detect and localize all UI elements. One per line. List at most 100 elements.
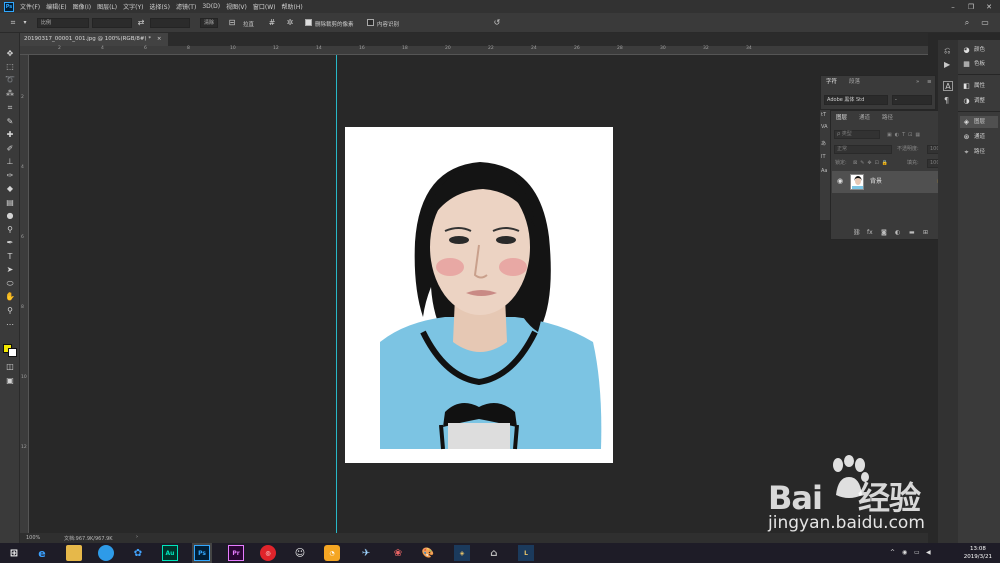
reset-icon[interactable]: ↺ bbox=[492, 18, 502, 28]
menu-view[interactable]: 视图(V) bbox=[226, 2, 247, 11]
new-group-icon[interactable]: ▬ bbox=[909, 229, 915, 236]
premiere-icon[interactable]: Pr bbox=[228, 545, 244, 561]
eyedropper-tool-icon[interactable]: ✎ bbox=[4, 117, 16, 127]
dock-properties[interactable]: ◧ 属性 bbox=[962, 80, 985, 92]
magic-wand-tool-icon[interactable]: ⁂ bbox=[4, 89, 16, 99]
swap-icon[interactable]: ⇄ bbox=[136, 18, 146, 28]
close-icon[interactable]: ✕ bbox=[980, 0, 998, 13]
dock-swatches[interactable]: ▦ 色板 bbox=[962, 58, 985, 70]
move-tool-icon[interactable]: ✥ bbox=[4, 49, 16, 59]
screen-mode-icon[interactable]: ▣ bbox=[4, 376, 16, 386]
width-input[interactable] bbox=[92, 18, 132, 28]
menu-window[interactable]: 窗口(W) bbox=[253, 2, 276, 11]
tray-volume-icon[interactable]: ◀ bbox=[926, 549, 931, 556]
game-app-icon[interactable]: ❀ bbox=[390, 545, 406, 561]
shape-tool-icon[interactable]: ⬭ bbox=[4, 279, 16, 289]
lasso-tool-icon[interactable]: ➰ bbox=[4, 75, 16, 85]
cloud-app-icon[interactable]: ✿ bbox=[130, 545, 146, 561]
filter-icons[interactable]: ▣◐T⊡▦ bbox=[887, 130, 923, 140]
vertical-guide[interactable] bbox=[336, 55, 337, 533]
fx-icon[interactable]: fx bbox=[867, 229, 873, 236]
file-explorer-icon[interactable] bbox=[66, 545, 82, 561]
blend-mode-select[interactable]: 正常 bbox=[834, 145, 892, 154]
dock-layers[interactable]: ◈ 图层 bbox=[960, 116, 998, 128]
stamp-tool-icon[interactable]: ⊥ bbox=[4, 157, 16, 167]
hat-app-icon[interactable]: ⌂ bbox=[486, 545, 502, 561]
layer-name[interactable]: 背景 bbox=[870, 176, 882, 185]
pen-tool-icon[interactable]: ✒ bbox=[4, 238, 16, 248]
history-brush-icon[interactable]: ✑ bbox=[4, 171, 16, 181]
more-tools-icon[interactable]: ⋯ bbox=[4, 320, 16, 330]
crop-tool-icon[interactable]: ⌗ bbox=[4, 103, 16, 113]
brush-tool-icon[interactable]: ✐ bbox=[4, 144, 16, 154]
menu-file[interactable]: 文件(F) bbox=[20, 2, 40, 11]
tray-app-icon[interactable]: ◉ bbox=[902, 549, 907, 556]
layer-row-background[interactable]: ◉ 背景 🔒 bbox=[832, 171, 952, 193]
maximize-icon[interactable]: ❐ bbox=[962, 0, 980, 13]
tool-app-icon[interactable]: ✈ bbox=[358, 545, 374, 561]
launcher-app-icon[interactable]: L bbox=[518, 545, 534, 561]
panel-menu-icon[interactable]: ≡ bbox=[927, 76, 932, 89]
gear-icon[interactable]: ✲ bbox=[285, 18, 295, 28]
zoom-level[interactable]: 100% bbox=[26, 535, 40, 541]
dock-adjustments[interactable]: ◑ 调整 bbox=[962, 95, 985, 107]
dock-color[interactable]: ◕ 颜色 bbox=[962, 44, 985, 56]
search-icon[interactable]: ⌕ bbox=[962, 18, 972, 28]
tab-channels[interactable]: 通道 bbox=[859, 113, 870, 123]
panel-collapse-icon[interactable]: » bbox=[916, 76, 919, 89]
dodge-tool-icon[interactable]: ⚲ bbox=[4, 225, 16, 235]
music-app-icon[interactable]: ◎ bbox=[260, 545, 276, 561]
lock-icons[interactable]: ⊠✎✥⊡🔒 bbox=[853, 158, 891, 168]
league-app-icon[interactable]: ◈ bbox=[454, 545, 470, 561]
delete-cropped-checkbox[interactable] bbox=[305, 19, 312, 26]
add-mask-icon[interactable]: ◙ bbox=[881, 229, 887, 236]
windows-start-icon[interactable]: ⊞ bbox=[6, 545, 22, 561]
visibility-eye-icon[interactable]: ◉ bbox=[837, 177, 843, 185]
marquee-tool-icon[interactable]: ⬚ bbox=[4, 62, 16, 72]
menu-3d[interactable]: 3D(D) bbox=[202, 3, 220, 10]
overlay-grid-icon[interactable]: # bbox=[267, 18, 277, 28]
tray-expand-icon[interactable]: ^ bbox=[890, 549, 895, 556]
menu-edit[interactable]: 编辑(E) bbox=[46, 2, 66, 11]
font-style-select[interactable]: - bbox=[892, 95, 932, 105]
tab-layers[interactable]: 图层 bbox=[836, 113, 847, 123]
tab-paragraph[interactable]: 段落 bbox=[849, 76, 860, 89]
gradient-tool-icon[interactable]: ▤ bbox=[4, 198, 16, 208]
paragraph-panel-icon[interactable]: ¶ bbox=[944, 96, 949, 105]
healing-tool-icon[interactable]: ✚ bbox=[4, 130, 16, 140]
browser-icon[interactable] bbox=[98, 545, 114, 561]
paint-app-icon[interactable]: 🎨 bbox=[420, 545, 436, 561]
chat-app-icon[interactable]: ☺ bbox=[292, 545, 308, 561]
document-tab[interactable]: 20190317_00001_001.jpg @ 100%(RGB/8#) * … bbox=[20, 33, 168, 46]
background-color-swatch[interactable] bbox=[8, 348, 17, 357]
ratio-select[interactable]: 比例 bbox=[37, 18, 89, 28]
zoom-tool-icon[interactable]: ⚲ bbox=[4, 306, 16, 316]
straighten-label[interactable]: 拉直 bbox=[243, 20, 254, 28]
quick-mask-icon[interactable]: ◫ bbox=[4, 362, 16, 372]
font-family-select[interactable]: Adobe 黑体 Std bbox=[824, 95, 888, 105]
menu-layer[interactable]: 图层(L) bbox=[97, 2, 117, 11]
audition-icon[interactable]: Au bbox=[162, 545, 178, 561]
document-image[interactable] bbox=[345, 127, 613, 463]
menu-filter[interactable]: 滤镜(T) bbox=[176, 2, 196, 11]
browser-uc-icon[interactable]: ◔ bbox=[324, 545, 340, 561]
type-tool-icon[interactable]: T bbox=[4, 252, 16, 262]
dock-channels[interactable]: ⊛ 通道 bbox=[962, 131, 985, 143]
crop-tool-icon[interactable]: ⌗ bbox=[8, 18, 18, 28]
menu-type[interactable]: 文字(Y) bbox=[123, 2, 143, 11]
menu-image[interactable]: 图像(I) bbox=[73, 2, 91, 11]
photoshop-taskbar-icon[interactable]: Ps bbox=[192, 543, 212, 563]
straighten-icon[interactable]: ⊟ bbox=[227, 18, 237, 28]
menu-help[interactable]: 帮助(H) bbox=[282, 2, 303, 11]
blur-tool-icon[interactable]: ● bbox=[4, 211, 16, 221]
tray-network-icon[interactable]: ▭ bbox=[914, 549, 920, 556]
menu-select[interactable]: 选择(S) bbox=[149, 2, 170, 11]
hand-tool-icon[interactable]: ✋ bbox=[4, 292, 16, 302]
play-actions-icon[interactable]: ▶ bbox=[944, 60, 950, 69]
history-icon[interactable]: ⎌ bbox=[944, 46, 950, 56]
chevron-down-icon[interactable]: ▾ bbox=[20, 18, 30, 28]
tab-character[interactable]: 字符 bbox=[826, 76, 837, 89]
clear-button[interactable]: 清除 bbox=[200, 18, 218, 28]
tab-close-icon[interactable]: × bbox=[157, 36, 162, 42]
workspace-icon[interactable]: ▭ bbox=[980, 18, 990, 28]
